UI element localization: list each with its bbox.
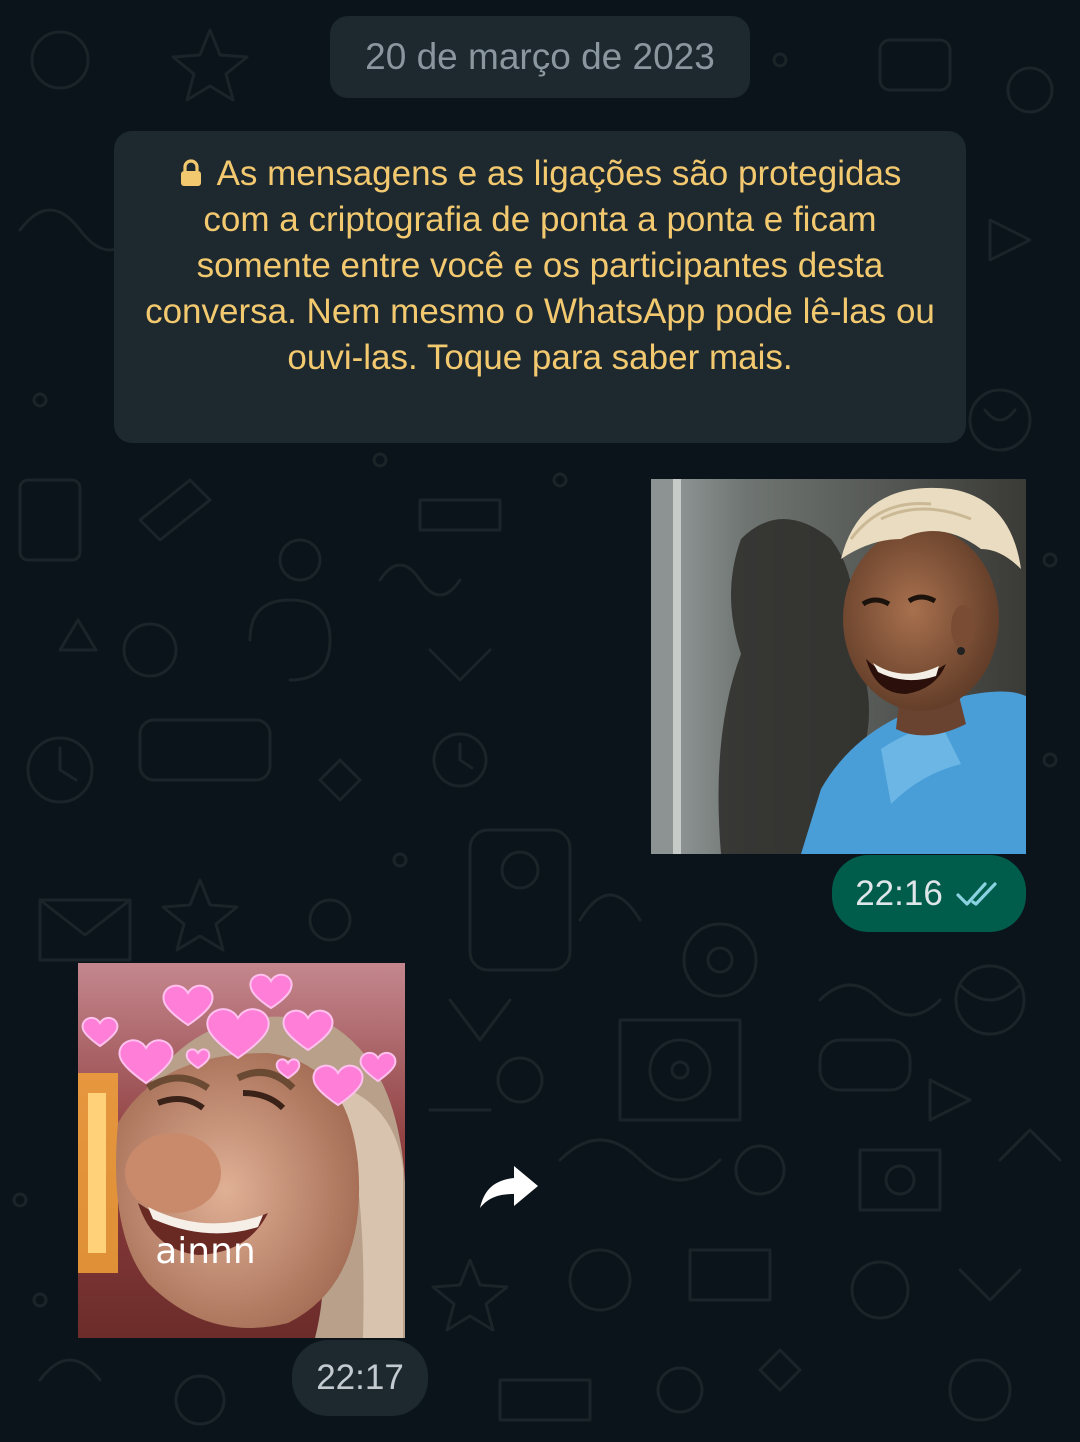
double-check-icon (956, 881, 997, 906)
forward-button[interactable] (474, 1154, 544, 1220)
outgoing-message-time: 22:16 (832, 855, 1026, 932)
date-chip-label: 20 de março de 2023 (365, 36, 715, 77)
forward-icon (480, 1166, 538, 1208)
incoming-sticker[interactable]: ainnn (78, 963, 405, 1338)
date-chip: 20 de março de 2023 (330, 16, 750, 98)
message-time-label: 22:16 (855, 873, 943, 913)
sticker-smiling-man-image (651, 479, 1026, 854)
incoming-message-time: 22:17 (292, 1340, 428, 1416)
outgoing-sticker[interactable] (651, 479, 1026, 854)
encryption-notice-text: As mensagens e as ligações são protegida… (145, 154, 935, 377)
sticker-caption: ainnn (155, 1231, 256, 1272)
lock-icon (180, 159, 201, 186)
sticker-heart-crown-woman-image (78, 963, 405, 1338)
message-time-label: 22:17 (316, 1358, 404, 1397)
encryption-notice[interactable]: As mensagens e as ligações são protegida… (114, 131, 966, 443)
